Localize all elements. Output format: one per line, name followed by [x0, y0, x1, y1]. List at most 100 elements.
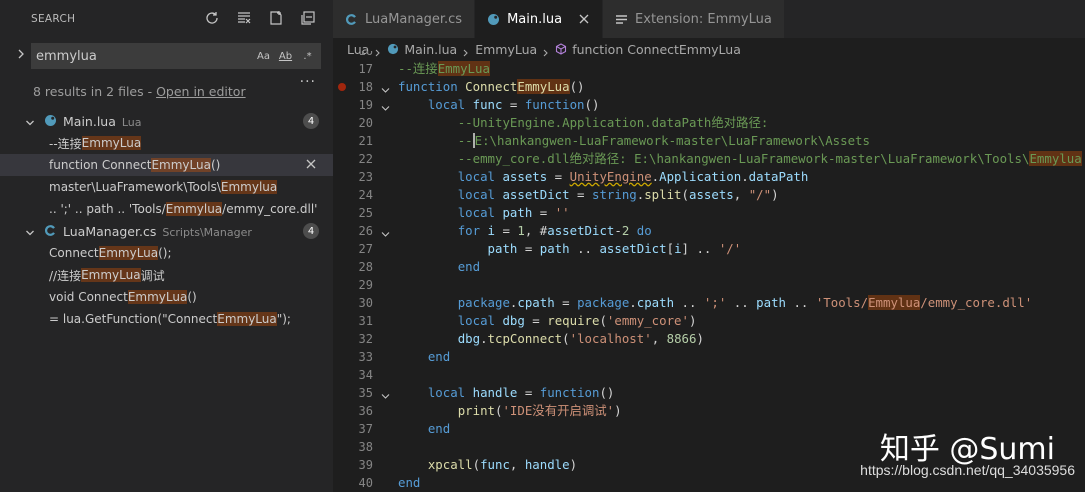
code-token: local	[427, 97, 473, 112]
chevron-down-icon[interactable]	[25, 226, 35, 236]
code-token: -	[614, 223, 622, 238]
code-line[interactable]: 32 dbg.tcpConnect('localhost', 8866)	[333, 330, 1085, 348]
code-token: handle	[524, 457, 570, 472]
code-token: --emmy_core.dll绝对路径: E:\hankangwen-LuaFr…	[457, 151, 1030, 166]
open-in-editor-link[interactable]: Open in editor	[156, 84, 246, 99]
search-header: SEARCH	[0, 0, 333, 38]
code-token: func	[472, 97, 503, 112]
collapse-all-icon[interactable]	[299, 9, 317, 27]
code-line[interactable]: 36 print('IDE没有开启调试')	[333, 402, 1085, 420]
code-line[interactable]: 25 local path = ''	[333, 204, 1085, 222]
code-token: EmmyLua	[517, 79, 570, 94]
tab-bar: LuaManager.cs Main.lua Extension: EmmyLua	[333, 0, 1085, 38]
code-line[interactable]: 30 package.cpath = package.cpath .. ';' …	[333, 294, 1085, 312]
code-line[interactable]: 22 --emmy_core.dll绝对路径: E:\hankangwen-Lu…	[333, 150, 1085, 168]
tab-extension-emmylua[interactable]: Extension: EmmyLua	[603, 0, 785, 38]
code-line[interactable]: 34	[333, 366, 1085, 384]
code-token: .	[741, 169, 749, 184]
code-line[interactable]: 33 end	[333, 348, 1085, 366]
code-token: 8866	[666, 331, 697, 346]
search-query[interactable]: emmylua	[36, 49, 255, 64]
code-token: =	[517, 385, 540, 400]
match-case-toggle[interactable]: Aa	[255, 51, 272, 62]
editor: LuaManager.cs Main.lua Extension: EmmyLua …	[333, 0, 1085, 492]
code-line[interactable]: 16	[333, 51, 1085, 60]
result-match-row[interactable]: //连接 EmmyLua 调试	[0, 264, 333, 286]
fold-chevron-icon[interactable]	[381, 227, 390, 237]
code-line[interactable]: 27 path = path .. assetDict[i] .. '/'	[333, 240, 1085, 258]
code-line[interactable]: 21 -- E:\hankangwen-LuaFramework-master\L…	[333, 132, 1085, 150]
code-line[interactable]: 26 for i = 1, #assetDict-2 do	[333, 222, 1085, 240]
more-options-icon[interactable]: ...	[300, 70, 316, 86]
code-token: 'localhost'	[569, 331, 652, 346]
code-token: ,	[651, 331, 667, 346]
tab-main-lua[interactable]: Main.lua	[475, 0, 604, 38]
code-token: Connect	[465, 79, 518, 94]
code-text: package.cpath = package.cpath .. ';' .. …	[398, 294, 1032, 312]
code-text: local func = function()	[398, 96, 600, 114]
csharp-file-icon	[44, 224, 57, 237]
code-token: function	[539, 385, 600, 400]
code-line[interactable]: 28 end	[333, 258, 1085, 276]
search-input[interactable]: emmylua Aa Ab .*	[31, 43, 321, 69]
result-match-row[interactable]: Connect EmmyLua ();	[0, 242, 333, 264]
refresh-icon[interactable]	[203, 9, 221, 27]
search-title: SEARCH	[31, 13, 76, 25]
result-match-row[interactable]: void Connect EmmyLua()	[0, 286, 333, 308]
code-line[interactable]: 17 --连接EmmyLua	[333, 60, 1085, 78]
close-icon[interactable]	[578, 13, 590, 25]
code-token: ()	[599, 385, 615, 400]
result-file-row[interactable]: LuaManager.cs Scripts\Manager 4	[0, 220, 333, 242]
tab-luamanager-cs[interactable]: LuaManager.cs	[333, 0, 476, 38]
fold-chevron-icon[interactable]	[381, 101, 390, 111]
fold-chevron-icon[interactable]	[381, 83, 390, 93]
dismiss-result-icon[interactable]	[305, 158, 317, 170]
code-token: Application	[659, 169, 742, 184]
results-tree: Main.lua Lua 4 --连接 EmmyLua function Connect E…	[0, 110, 333, 330]
code-token: end	[457, 259, 481, 274]
new-search-editor-icon[interactable]	[267, 9, 285, 27]
code-token: ..	[726, 295, 757, 310]
fold-chevron-icon[interactable]	[381, 389, 390, 399]
search-options: Aa Ab .*	[255, 51, 321, 62]
chevron-right-icon[interactable]	[15, 48, 27, 60]
line-number: 25	[358, 206, 373, 220]
clear-results-icon[interactable]	[235, 9, 253, 27]
code-token: split	[644, 187, 682, 202]
code-token: end	[427, 421, 451, 436]
chevron-down-icon[interactable]	[25, 116, 35, 126]
code-line[interactable]: 35 local handle = function()	[333, 384, 1085, 402]
result-match-row[interactable]: .. ';' .. path .. 'Tools/Emmylua/emmy_co…	[0, 198, 333, 220]
code-text: end	[398, 474, 420, 492]
watermark-url: https://blog.csdn.net/qq_34035956	[860, 462, 1075, 478]
result-file-row[interactable]: Main.lua Lua 4	[0, 110, 333, 132]
code-line[interactable]: 19 local func = function()	[333, 96, 1085, 114]
code-token: --UnityEngine.Application.dataPath绝对路径:	[457, 115, 769, 130]
result-match-row[interactable]: = lua.GetFunction("Connect EmmyLua ");	[0, 308, 333, 330]
result-match-row[interactable]: function Connect EmmyLua()	[0, 154, 333, 176]
code-line[interactable]: 29	[333, 276, 1085, 294]
match-whole-word-toggle[interactable]: Ab	[277, 51, 294, 62]
code-text: function ConnectEmmyLua()	[398, 78, 585, 96]
line-number: 34	[358, 368, 373, 382]
code-line[interactable]: 23 local assets = UnityEngine.Applicatio…	[333, 168, 1085, 186]
code-line[interactable]: 20 --UnityEngine.Application.dataPath绝对路…	[333, 114, 1085, 132]
code-token: ,	[509, 457, 525, 472]
code-line[interactable]: 31 local dbg = require('emmy_core')	[333, 312, 1085, 330]
match-prefix: Connect	[49, 246, 99, 260]
match-highlight: EmmyLua	[217, 312, 277, 326]
code-token: assets	[689, 187, 734, 202]
use-regex-toggle[interactable]: .*	[299, 51, 316, 62]
code-line[interactable]: 18 function ConnectEmmyLua()	[333, 78, 1085, 96]
code-token: local	[457, 313, 503, 328]
code-token: =	[517, 241, 540, 256]
code-line[interactable]: 24 local assetDict = string.split(assets…	[333, 186, 1085, 204]
match-highlight: EmmyLua	[151, 158, 211, 172]
code-token: =	[554, 295, 578, 310]
code-token: =	[532, 205, 555, 220]
result-match-row[interactable]: --连接 EmmyLua	[0, 132, 333, 154]
code-token: handle	[472, 385, 518, 400]
code-token: print	[457, 403, 495, 418]
code-text: end	[398, 348, 450, 366]
result-match-row[interactable]: master\LuaFramework\Tools\ Emmylua	[0, 176, 333, 198]
